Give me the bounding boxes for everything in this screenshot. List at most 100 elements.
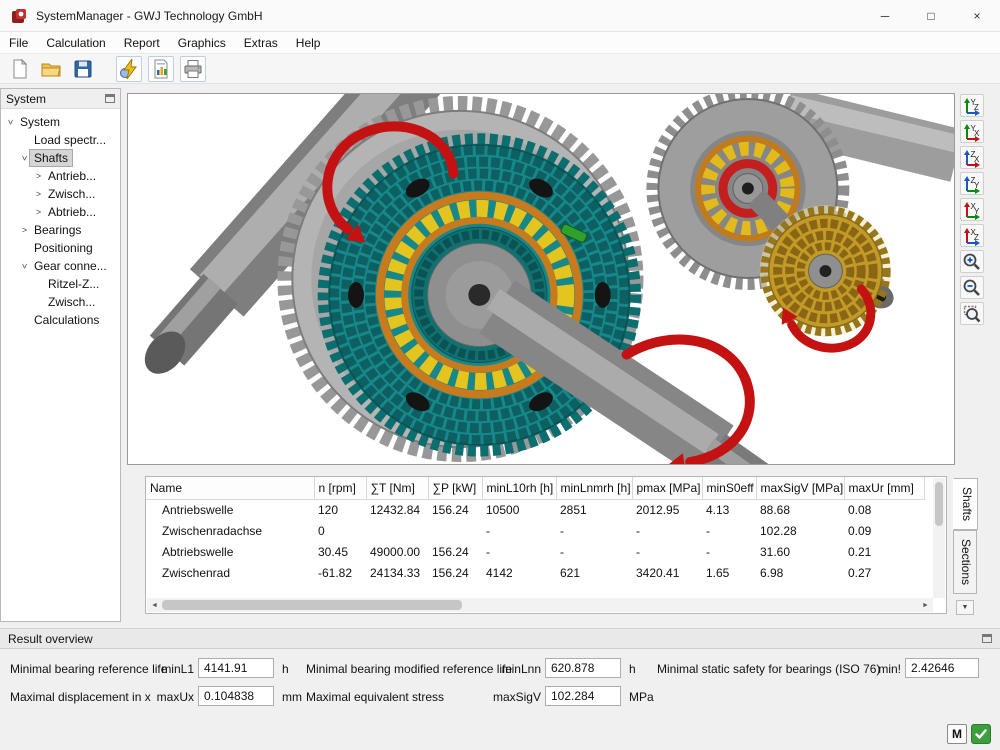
axis-letter: Y	[974, 207, 980, 216]
field-code: maxUx	[150, 690, 194, 704]
output-pinion-gear	[760, 205, 898, 336]
title-bar: SystemManager - GWJ Technology GmbH ─ □ …	[0, 0, 1000, 32]
tree-item-load-spectrum[interactable]: > Load spectr...	[1, 131, 120, 149]
tree-item-zwischenrad[interactable]: > Zwisch...	[1, 293, 120, 311]
side-tab-strip: Shafts Sections ▼	[953, 478, 980, 616]
cell: 120	[314, 499, 366, 520]
column-header[interactable]: maxSigV [MPa]	[756, 477, 844, 499]
menu-graphics[interactable]: Graphics	[169, 34, 235, 52]
column-header[interactable]: minS0eff	[702, 477, 756, 499]
table-row[interactable]: Antriebswelle 120 12432.84 156.24 10500 …	[146, 499, 924, 520]
scroll-left-icon[interactable]: ◄	[147, 598, 162, 612]
menu-report[interactable]: Report	[115, 34, 169, 52]
tree-item-system[interactable]: > System	[1, 113, 120, 131]
status-ok-check-icon[interactable]	[971, 724, 991, 744]
column-header[interactable]: Name	[146, 477, 314, 499]
horizontal-scrollbar[interactable]: ◄ ►	[147, 598, 933, 612]
view-orientation-button[interactable]: Z Y	[960, 172, 984, 195]
cell	[366, 520, 428, 541]
column-header[interactable]: minL10rh [h]	[482, 477, 556, 499]
column-header[interactable]: pmax [MPa]	[632, 477, 702, 499]
tab-scroll-down-icon[interactable]: ▼	[956, 600, 974, 615]
field-label: Minimal bearing modified reference life	[306, 662, 512, 676]
tree-item-ritzel[interactable]: > Ritzel-Z...	[1, 275, 120, 293]
result-overview-title: Result overview	[8, 632, 93, 646]
tree-item-gear-connections[interactable]: > Gear conne...	[1, 257, 120, 275]
zoom-in-icon[interactable]	[960, 250, 984, 273]
float-panel-icon[interactable]	[982, 634, 992, 643]
minLnn-field[interactable]: 620.878	[545, 658, 621, 678]
tree-item-zwischenwelle[interactable]: > Zwisch...	[1, 185, 120, 203]
view-orientation-button[interactable]: X Y	[960, 198, 984, 221]
field-code: minL1	[156, 662, 194, 676]
table-row[interactable]: Zwischenradachse 0 - - - - 102.28 0.09	[146, 520, 924, 541]
maxSigV-field[interactable]: 102.284	[545, 686, 621, 706]
minL1-field[interactable]: 4141.91	[198, 658, 274, 678]
tree-item-abtriebswelle[interactable]: > Abtrieb...	[1, 203, 120, 221]
menu-calculation[interactable]: Calculation	[37, 34, 114, 52]
tab-sections[interactable]: Sections	[953, 530, 977, 594]
menu-file[interactable]: File	[0, 34, 37, 52]
units-mm-button[interactable]: M	[947, 724, 967, 744]
cell: 31.60	[756, 541, 844, 562]
axis-letter: X	[974, 129, 980, 138]
close-button[interactable]: ×	[954, 0, 1000, 32]
scrollbar-thumb[interactable]	[935, 482, 943, 526]
tree-item-positioning[interactable]: > Positioning	[1, 239, 120, 257]
print-icon[interactable]	[180, 56, 206, 82]
window-title: SystemManager - GWJ Technology GmbH	[36, 9, 263, 23]
view-orientation-button[interactable]: X Z	[960, 224, 984, 247]
chevron-down-icon[interactable]: >	[20, 153, 30, 164]
report-icon[interactable]	[148, 56, 174, 82]
menu-extras[interactable]: Extras	[235, 34, 287, 52]
zoom-window-icon[interactable]	[960, 302, 984, 325]
calculate-icon[interactable]	[116, 56, 142, 82]
column-header[interactable]: maxUr [mm]	[844, 477, 924, 499]
chevron-down-icon[interactable]: >	[6, 117, 16, 128]
tree-item-label: System	[16, 114, 64, 130]
cell: 102.28	[756, 520, 844, 541]
chevron-right-icon[interactable]: >	[19, 225, 30, 235]
scroll-right-icon[interactable]: ►	[918, 598, 933, 612]
zoom-out-icon[interactable]	[960, 276, 984, 299]
view-orientation-button[interactable]: Y Z	[960, 94, 984, 117]
menu-help[interactable]: Help	[287, 34, 330, 52]
view-orientation-button[interactable]: Y X	[960, 120, 984, 143]
column-header[interactable]: minLnmrh [h]	[556, 477, 632, 499]
field-unit: mm	[282, 690, 302, 704]
vertical-scrollbar[interactable]	[933, 478, 945, 598]
tab-shafts[interactable]: Shafts	[953, 478, 978, 530]
column-header[interactable]: n [rpm]	[314, 477, 366, 499]
table-row[interactable]: Zwischenrad -61.82 24134.33 156.24 4142 …	[146, 562, 924, 583]
save-icon[interactable]	[70, 56, 96, 82]
3d-viewport[interactable]	[127, 93, 955, 465]
tree-item-antriebswelle[interactable]: > Antrieb...	[1, 167, 120, 185]
maxUx-field[interactable]: 0.104838	[198, 686, 274, 706]
new-document-icon[interactable]	[6, 56, 32, 82]
minimize-button[interactable]: ─	[862, 0, 908, 32]
chevron-down-icon[interactable]: >	[20, 261, 30, 272]
column-header[interactable]: ∑T [Nm]	[366, 477, 428, 499]
tree-item-calculations[interactable]: > Calculations	[1, 311, 120, 329]
cell: 2012.95	[632, 499, 702, 520]
chevron-right-icon[interactable]: >	[33, 207, 44, 217]
chevron-right-icon[interactable]: >	[33, 189, 44, 199]
field-label: Maximal equivalent stress	[306, 690, 444, 704]
float-panel-icon[interactable]	[105, 94, 115, 103]
cell: 621	[556, 562, 632, 583]
tree-item-bearings[interactable]: > Bearings	[1, 221, 120, 239]
open-folder-icon[interactable]	[38, 56, 64, 82]
column-header[interactable]: ∑P [kW]	[428, 477, 482, 499]
field-code: minLnn	[492, 662, 541, 676]
system-tree-panel: System > System > Load spectr... > Shaft…	[0, 88, 121, 622]
scrollbar-thumb[interactable]	[162, 600, 462, 610]
table-row[interactable]: Abtriebswelle 30.45 49000.00 156.24 - - …	[146, 541, 924, 562]
view-orientation-button[interactable]: Z X	[960, 146, 984, 169]
axis-letter: X	[974, 155, 980, 164]
minS-field[interactable]: 2.42646	[905, 658, 979, 678]
chevron-right-icon[interactable]: >	[33, 171, 44, 181]
maximize-button[interactable]: □	[908, 0, 954, 32]
cell: 0	[314, 520, 366, 541]
tree-item-shafts[interactable]: > Shafts	[1, 149, 120, 167]
result-overview-fields: Minimal bearing reference life minL1 414…	[0, 650, 1000, 715]
